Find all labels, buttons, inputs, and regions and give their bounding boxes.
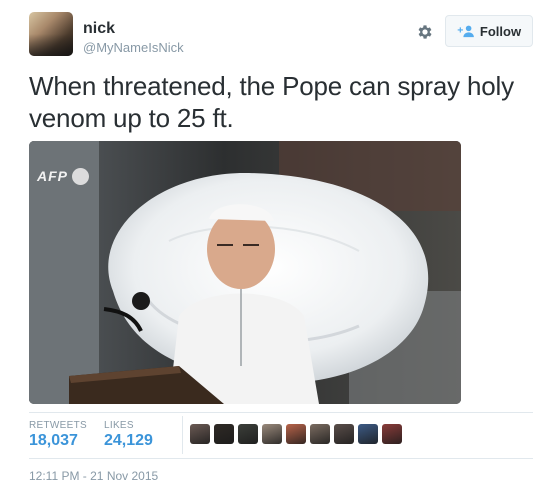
tweet-timestamp[interactable]: 12:11 PM - 21 Nov 2015 bbox=[29, 469, 158, 483]
afp-watermark: AFP bbox=[37, 168, 68, 184]
likers-avatars bbox=[190, 424, 402, 444]
author-avatar[interactable] bbox=[29, 12, 73, 56]
liker-avatar[interactable] bbox=[358, 424, 378, 444]
author-name[interactable]: nick bbox=[83, 20, 115, 38]
follow-button[interactable]: + Follow bbox=[445, 15, 533, 47]
tweet-text: When threatened, the Pope can spray holy… bbox=[29, 71, 514, 133]
gear-icon[interactable] bbox=[416, 23, 434, 41]
liker-avatar[interactable] bbox=[190, 424, 210, 444]
avatar-shading bbox=[29, 34, 73, 56]
stats-bottom-divider bbox=[29, 458, 533, 459]
liker-avatar[interactable] bbox=[286, 424, 306, 444]
liker-avatar[interactable] bbox=[310, 424, 330, 444]
liker-avatar[interactable] bbox=[334, 424, 354, 444]
tweet-photo[interactable]: AFP bbox=[29, 141, 461, 404]
liker-avatar[interactable] bbox=[382, 424, 402, 444]
stats-top-divider bbox=[29, 412, 533, 413]
follow-button-label: Follow bbox=[479, 23, 522, 39]
liker-avatar[interactable] bbox=[214, 424, 234, 444]
retweets-count[interactable]: 18,037 bbox=[29, 432, 78, 450]
svg-text:+: + bbox=[457, 25, 463, 37]
liker-avatar[interactable] bbox=[238, 424, 258, 444]
retweets-label: RETWEETS bbox=[29, 420, 87, 431]
likes-count[interactable]: 24,129 bbox=[104, 432, 153, 450]
afp-logo-globe-icon bbox=[72, 168, 89, 185]
stats-vertical-divider bbox=[182, 416, 183, 454]
pope-photo-illustration bbox=[29, 141, 461, 404]
likes-label: LIKES bbox=[104, 420, 134, 431]
liker-avatar[interactable] bbox=[262, 424, 282, 444]
follow-user-icon: + bbox=[457, 25, 474, 38]
author-handle[interactable]: @MyNameIsNick bbox=[83, 40, 184, 55]
